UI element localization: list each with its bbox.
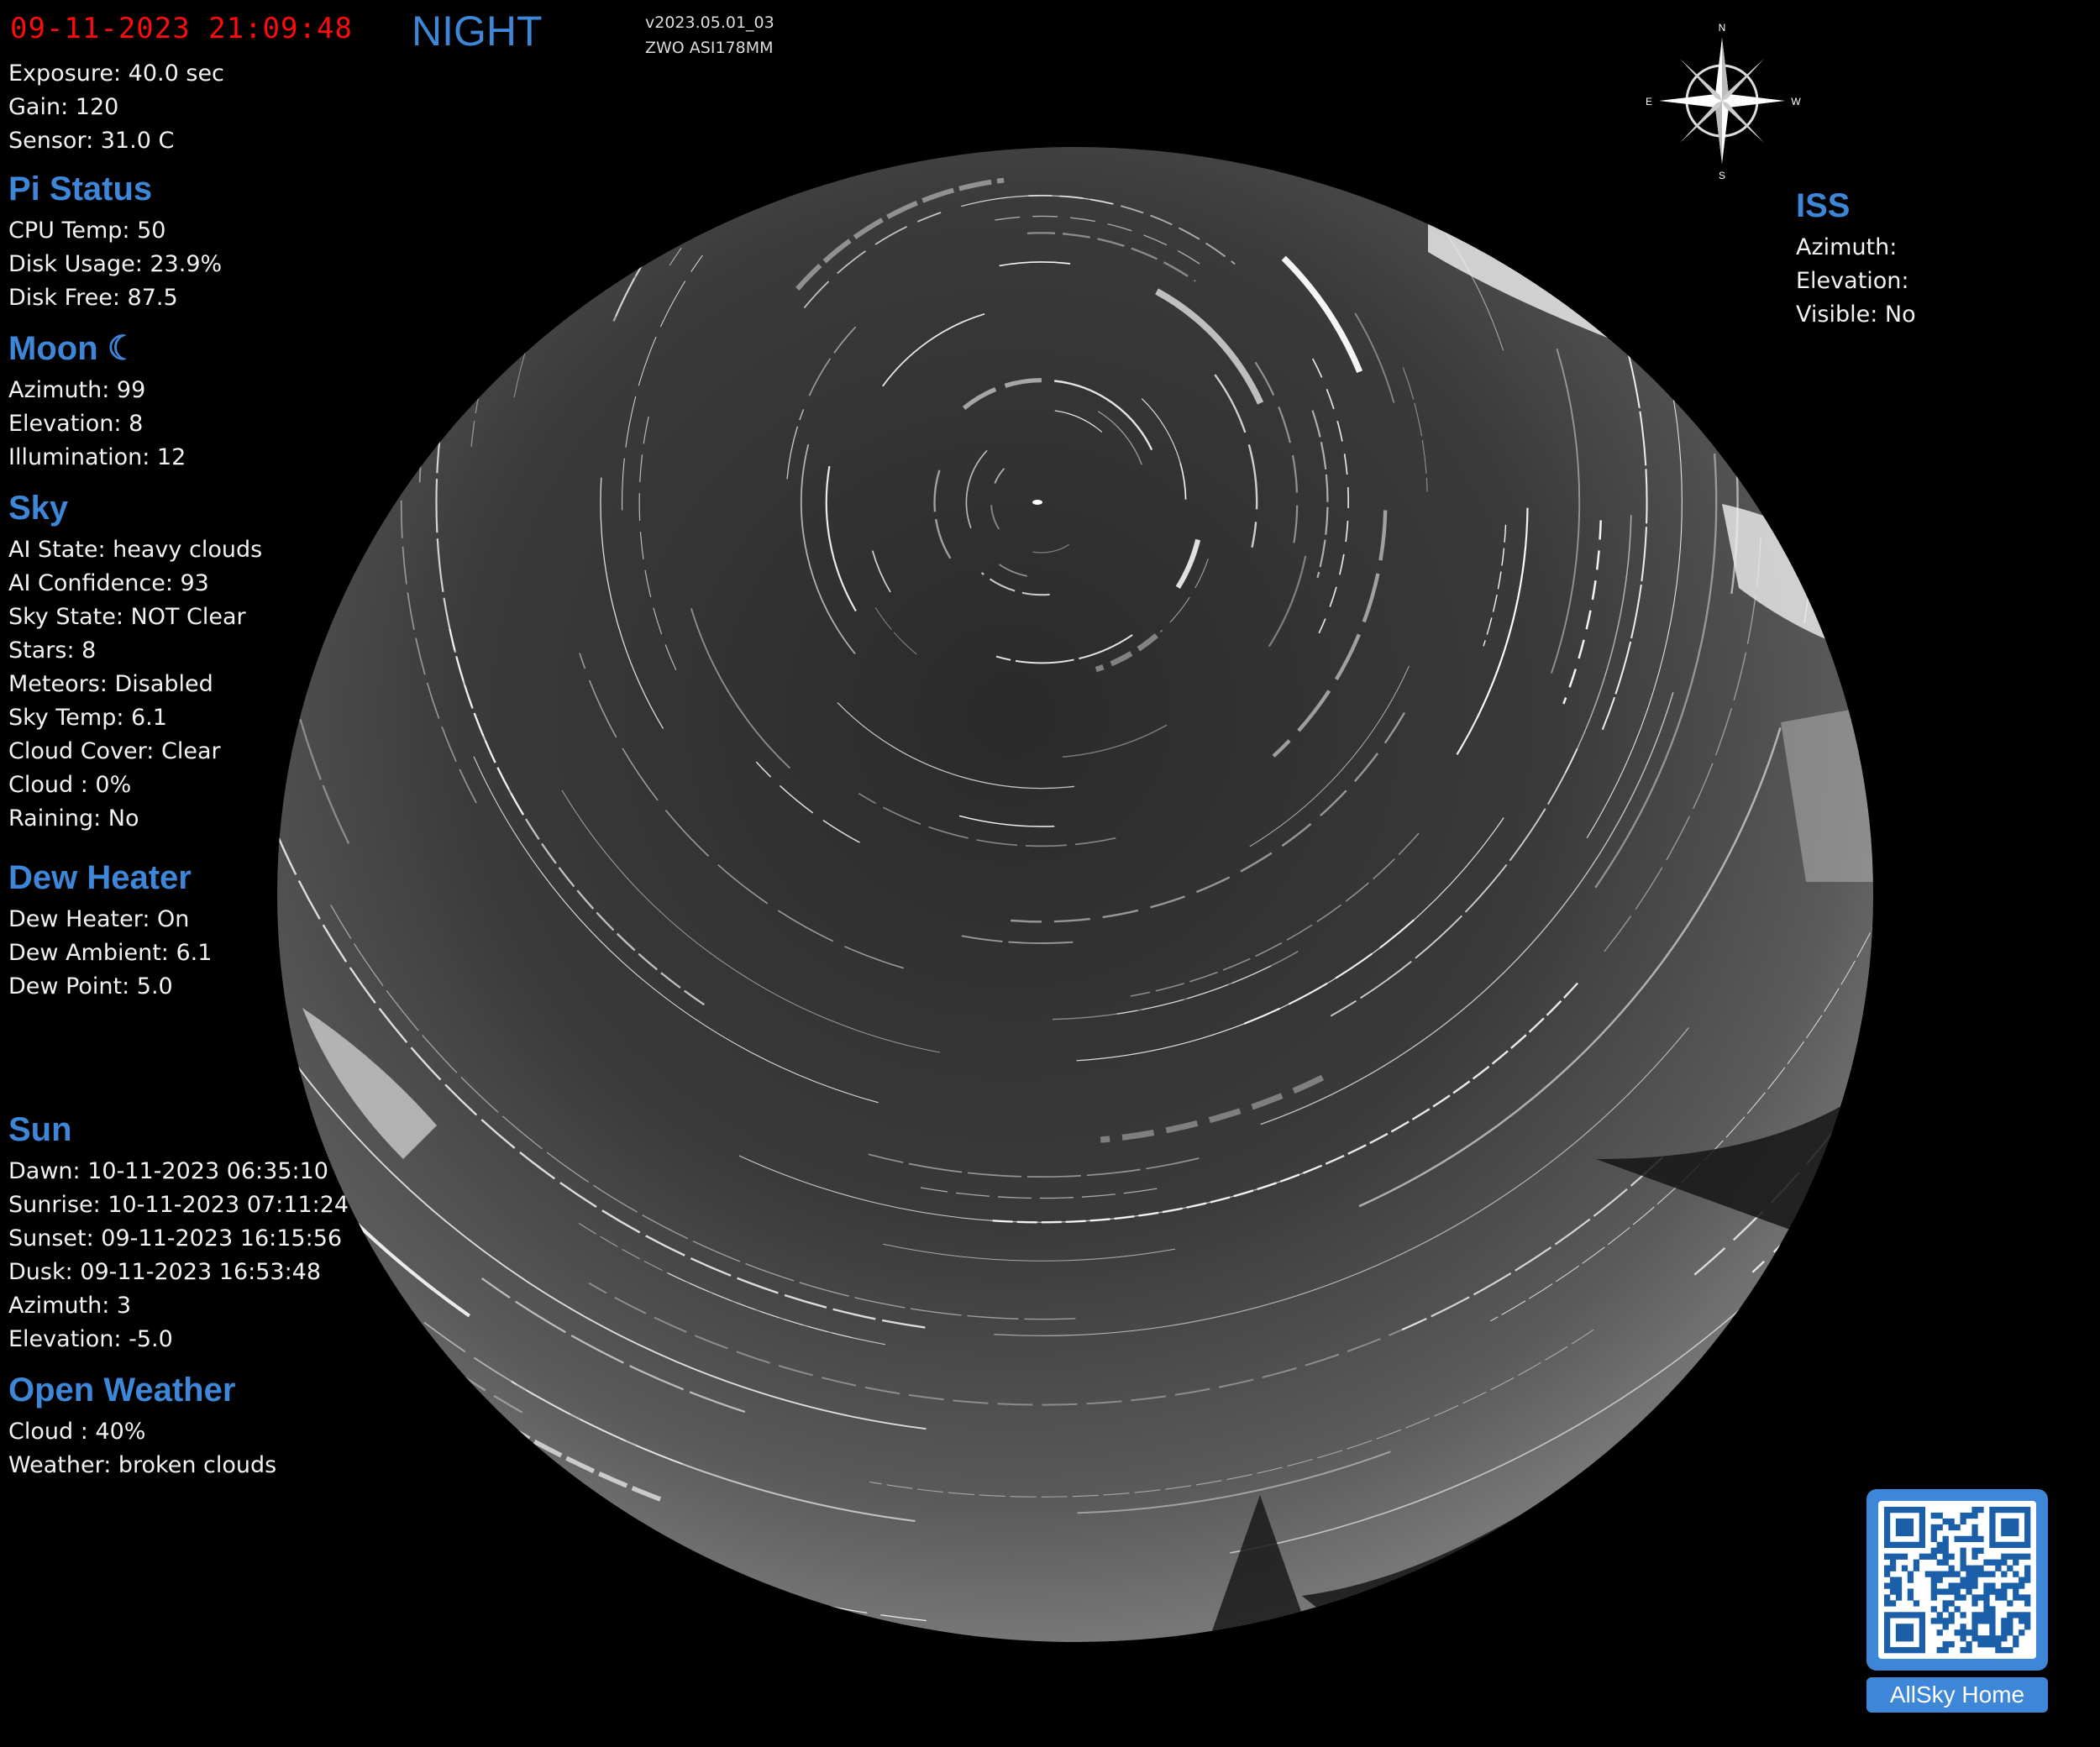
- meteors-text: Meteors: Disabled: [8, 671, 213, 697]
- raining-text: Raining: No: [8, 805, 139, 832]
- moon-elevation-text: Elevation: 8: [8, 411, 144, 437]
- allsky-home-link[interactable]: AllSky Home: [1866, 1677, 2048, 1713]
- dew-point-text: Dew Point: 5.0: [8, 973, 173, 999]
- dew-heater-panel: Dew Heater Dew Heater: On Dew Ambient: 6…: [8, 861, 212, 1004]
- pi-status-panel: Pi Status CPU Temp: 50 Disk Usage: 23.9%…: [8, 172, 222, 315]
- compass-south: S: [1719, 170, 1725, 181]
- moon-azimuth-text: Azimuth: 99: [8, 377, 146, 403]
- disk-usage-text: Disk Usage: 23.9%: [8, 251, 223, 277]
- ai-state-text: AI State: heavy clouds: [8, 537, 263, 563]
- open-weather-panel: Open Weather Cloud : 40% Weather: broken…: [8, 1373, 276, 1482]
- allsky-home-qr[interactable]: AllSky Home: [1866, 1489, 2048, 1716]
- date-time-text: 09-11-2023 21:09:48: [10, 12, 353, 45]
- gain-text: Gain: 120: [8, 94, 119, 120]
- date-time-display: 09-11-2023 21:09:48: [10, 12, 353, 45]
- qr-frame[interactable]: [1866, 1489, 2048, 1671]
- cloud-cover-text: Cloud Cover: Clear: [8, 738, 221, 764]
- moon-panel: Moon ☾ Azimuth: 99 Elevation: 8 Illumina…: [8, 332, 186, 475]
- sensor-temp-text: Sensor: 31.0 C: [8, 128, 175, 154]
- cpu-temp-text: CPU Temp: 50: [8, 218, 166, 244]
- star-trail: [1806, 293, 1837, 555]
- exposure-text: Exposure: 40.0 sec: [8, 60, 224, 87]
- ow-weather-text: Weather: broken clouds: [8, 1452, 277, 1478]
- star-trail: [2037, 226, 2090, 832]
- qr-code-icon[interactable]: [1878, 1501, 2036, 1659]
- star-trail: [898, 1, 1266, 54]
- pi-status-heading: Pi Status: [8, 171, 153, 207]
- moon-title: Moon: [8, 330, 98, 367]
- compass-north: N: [1719, 22, 1726, 34]
- star-trail: [965, 147, 1309, 152]
- stars-text: Stars: 8: [8, 637, 97, 664]
- star-trail: [406, 147, 554, 324]
- compass-east: E: [1646, 96, 1652, 108]
- dew-ambient-text: Dew Ambient: 6.1: [8, 940, 213, 966]
- camera-info: Exposure: 40.0 sec Gain: 120 Sensor: 31.…: [8, 57, 224, 158]
- mode-label: NIGHT: [412, 8, 543, 55]
- sky-heading: Sky: [8, 490, 69, 527]
- disk-free-text: Disk Free: 87.5: [8, 285, 178, 311]
- compass-rose-icon: N S E W: [1642, 21, 1802, 181]
- sun-elevation-text: Elevation: -5.0: [8, 1326, 173, 1352]
- moon-heading: Moon ☾: [8, 332, 186, 365]
- moon-illumination-text: Illumination: 12: [8, 444, 186, 470]
- star-trail: [1940, 367, 1976, 756]
- star-trail: [2064, 0, 2100, 416]
- compass-west: W: [1791, 96, 1801, 108]
- dusk-text: Dusk: 09-11-2023 16:53:48: [8, 1259, 322, 1285]
- star-trail: [1861, 147, 1873, 705]
- sunset-text: Sunset: 09-11-2023 16:15:56: [8, 1225, 343, 1251]
- sky-temp-text: Sky Temp: 6.1: [8, 705, 167, 731]
- sun-azimuth-text: Azimuth: 3: [8, 1293, 132, 1319]
- ow-cloud-text: Cloud : 40%: [8, 1419, 146, 1445]
- cloud-text: Cloud : 0%: [8, 772, 132, 798]
- iss-visible-text: Visible: No: [1796, 302, 1916, 328]
- dawn-text: Dawn: 10-11-2023 06:35:10: [8, 1158, 328, 1184]
- version-info: v2023.05.01_03 ZWO ASI178MM: [645, 10, 774, 60]
- iss-panel: ISS Azimuth: Elevation: Visible: No: [1796, 189, 1916, 332]
- open-weather-heading: Open Weather: [8, 1372, 236, 1409]
- star-trail: [944, 147, 1040, 150]
- camera-model-text: ZWO ASI178MM: [645, 39, 774, 57]
- dew-heater-heading: Dew Heater: [8, 859, 192, 896]
- iss-azimuth-text: Azimuth:: [1796, 234, 1898, 260]
- sun-panel: Sun Dawn: 10-11-2023 06:35:10 Sunrise: 1…: [8, 1113, 349, 1356]
- sky-panel: Sky AI State: heavy clouds AI Confidence…: [8, 491, 262, 836]
- sky-state-text: Sky State: NOT Clear: [8, 604, 246, 630]
- allsky-image: [277, 0, 2100, 1642]
- ai-confidence-text: AI Confidence: 93: [8, 570, 209, 596]
- star-trail: [1933, 0, 2100, 546]
- sun-heading: Sun: [8, 1111, 72, 1148]
- star-trail: [900, 100, 1071, 125]
- crescent-moon-icon: ☾: [107, 330, 138, 367]
- iss-elevation-text: Elevation:: [1796, 268, 1909, 294]
- sunrise-text: Sunrise: 10-11-2023 07:11:24: [8, 1192, 349, 1218]
- iss-heading: ISS: [1796, 187, 1851, 224]
- dew-heater-status-text: Dew Heater: On: [8, 906, 190, 932]
- star-trail: [1948, 405, 2100, 1195]
- fisheye-sky: [277, 147, 1873, 1642]
- version-text: v2023.05.01_03: [645, 13, 774, 32]
- star-trail: [881, 0, 1435, 20]
